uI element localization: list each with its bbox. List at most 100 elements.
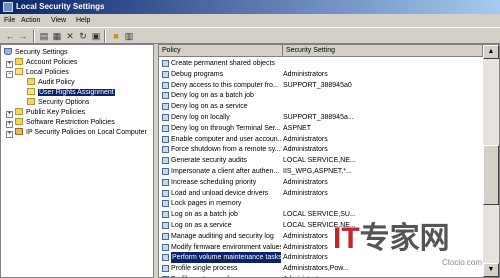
expand-icon[interactable]: + <box>6 61 13 68</box>
policy-row[interactable]: Enable computer and user accoun... Admini… <box>159 134 484 145</box>
expand-icon[interactable]: + <box>6 121 13 128</box>
policy-icon <box>162 114 169 121</box>
policy-name: Force shutdown from a remote sy... <box>171 146 281 154</box>
properties-icon[interactable]: ▦ <box>51 31 63 42</box>
policy-row[interactable]: Log on as a batch job LOCAL SERVICE,SU... <box>159 209 484 220</box>
policy-name: Increase scheduling priority <box>171 178 257 186</box>
refresh-icon[interactable]: ↻ <box>77 31 89 42</box>
policy-icon <box>162 60 169 67</box>
policy-name: Perform volume maintenance tasks <box>171 252 281 264</box>
policy-name: Manage auditing and security log <box>171 232 274 240</box>
show-hide-tree-icon[interactable]: ▥ <box>123 31 135 42</box>
policy-name: Enable computer and user accoun... <box>171 135 281 143</box>
policy-name: Deny log on as a service <box>171 103 248 111</box>
forward-icon[interactable]: → <box>17 31 29 42</box>
policy-name: Deny access to this computer fro... <box>171 81 279 89</box>
menu-help[interactable]: Help <box>76 16 90 25</box>
column-header-policy[interactable]: Policy <box>159 45 283 57</box>
menu-action[interactable]: Action <box>21 16 40 25</box>
folder-open-icon <box>27 88 35 95</box>
policy-row[interactable]: Lock pages in memory <box>159 198 484 209</box>
security-setting-value: LOCAL SERVICE,NE... <box>283 157 355 165</box>
policy-icon <box>162 124 169 132</box>
policy-icon <box>162 232 169 240</box>
policy-row[interactable]: Force shutdown from a remote sy... Admini… <box>159 144 484 155</box>
policy-name: Profile system performance <box>171 274 281 277</box>
policy-name: Load and unload device drivers <box>171 189 269 197</box>
help-icon[interactable]: ■ <box>110 31 122 42</box>
folder-icon <box>27 78 35 85</box>
security-setting-value: ASPNET <box>283 124 312 132</box>
title-bar: Local Security Settings <box>0 0 500 14</box>
back-icon[interactable]: ← <box>4 31 16 42</box>
tree-item-user-rights-assignment[interactable]: User Rights Assignment <box>27 88 115 97</box>
policy-name: Debug programs <box>171 70 224 78</box>
policy-row[interactable]: Deny log on locally SUPPORT_388945a... <box>159 112 484 123</box>
expand-icon[interactable]: + <box>6 131 13 138</box>
tree-item-ip-security-policies[interactable]: + IP Security Policies on Local Computer <box>6 128 147 138</box>
tree-item-local-policies[interactable]: − Local Policies <box>6 68 69 78</box>
policy-icon <box>162 265 169 273</box>
tree-item-security-options[interactable]: Security Options <box>27 98 89 107</box>
watermark: IT专家网 Ctocio.com <box>321 220 486 276</box>
policy-row[interactable]: Debug programs Administrators <box>159 69 484 80</box>
policy-row[interactable]: Deny log on through Terminal Ser... ASPNE… <box>159 123 484 134</box>
policy-icon <box>162 103 169 111</box>
tree-item-security-settings[interactable]: Security Settings <box>4 48 68 57</box>
policy-row[interactable]: Increase scheduling priority Administrato… <box>159 177 484 188</box>
up-folder-icon[interactable]: ▤ <box>38 31 50 42</box>
security-setting-value: SUPPORT_388945a... <box>283 114 354 121</box>
security-setting-value: LOCAL SERVICE,SU... <box>283 211 355 219</box>
scroll-up-icon[interactable]: ▲ <box>483 45 499 59</box>
policy-icon <box>162 157 169 165</box>
policy-icon <box>162 200 169 208</box>
policy-icon <box>162 146 169 154</box>
policy-name: Deny log on through Terminal Ser... <box>171 124 281 132</box>
app-icon <box>3 2 13 12</box>
policy-icon <box>162 168 169 175</box>
policy-row[interactable]: Deny log on as a batch job <box>159 90 484 101</box>
policy-name: Deny log on locally <box>171 114 230 121</box>
tree-item-public-key-policies[interactable]: + Public Key Policies <box>6 108 85 118</box>
network-icon <box>15 128 23 135</box>
collapse-icon[interactable]: − <box>6 71 13 78</box>
policy-row[interactable]: Deny log on as a service <box>159 101 484 112</box>
policy-name: Lock pages in memory <box>171 200 242 208</box>
folder-icon <box>15 108 23 115</box>
scroll-thumb[interactable] <box>483 145 499 205</box>
policy-row[interactable]: Generate security audits LOCAL SERVICE,NE… <box>159 155 484 166</box>
policy-row[interactable]: Deny access to this computer fro... SUPPO… <box>159 80 484 91</box>
policy-name: Generate security audits <box>171 157 247 165</box>
tree-item-audit-policy[interactable]: Audit Policy <box>27 78 75 87</box>
expand-icon[interactable]: + <box>6 111 13 118</box>
policy-icon <box>162 254 169 262</box>
tree-item-account-policies[interactable]: + Account Policies <box>6 58 77 68</box>
security-setting-value: SUPPORT_388945a0 <box>283 81 352 89</box>
policy-icon <box>162 243 169 251</box>
policy-name: Profile single process <box>171 265 238 273</box>
policy-icon <box>162 70 169 78</box>
toolbar-separator <box>33 30 35 43</box>
shield-icon <box>4 48 12 55</box>
security-setting-value: Administrators <box>283 189 328 197</box>
policy-icon <box>162 222 169 229</box>
folder-icon <box>15 118 23 125</box>
export-icon[interactable]: ▣ <box>90 31 102 42</box>
tree-item-software-restriction-policies[interactable]: + Software Restriction Policies <box>6 118 115 128</box>
delete-icon[interactable]: ✕ <box>64 31 76 42</box>
policy-name: Log on as a service <box>171 222 232 229</box>
menu-file[interactable]: File <box>4 16 15 25</box>
menu-view[interactable]: View <box>51 16 66 25</box>
menu-bar: File Action View Help <box>0 14 500 27</box>
policy-row[interactable]: Create permanent shared objects <box>159 58 484 69</box>
watermark-logo: IT专家网 <box>333 222 450 255</box>
policy-name: Impersonate a client after authen... <box>171 168 280 175</box>
policy-icon <box>162 178 169 186</box>
policy-name: Create permanent shared objects <box>171 60 275 67</box>
folder-open-icon <box>15 68 23 75</box>
policy-row[interactable]: Load and unload device drivers Administra… <box>159 188 484 199</box>
policy-name: Modify firmware environment values <box>171 243 281 251</box>
policy-name: Deny log on as a batch job <box>171 92 254 100</box>
policy-row[interactable]: Impersonate a client after authen... IIS_… <box>159 166 484 177</box>
column-header-security-setting[interactable]: Security Setting <box>283 45 483 57</box>
